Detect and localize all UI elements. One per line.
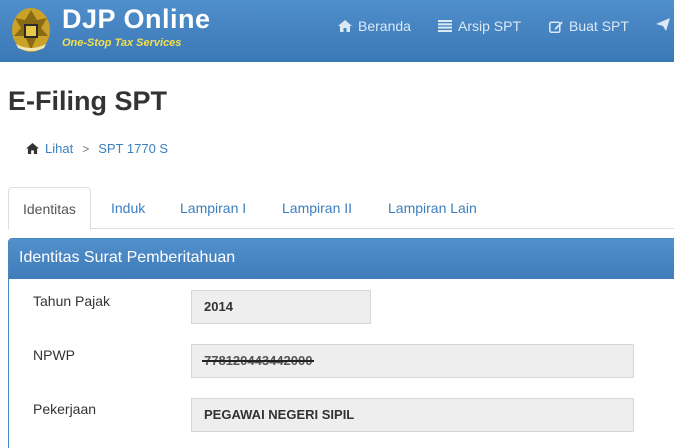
send-icon bbox=[656, 18, 670, 31]
brand-subtitle: One-Stop Tax Services bbox=[62, 37, 182, 49]
chevron-right-icon: > bbox=[82, 141, 90, 156]
spt-tabs: Identitas Induk Lampiran I Lampiran II L… bbox=[8, 187, 674, 230]
nav-beranda[interactable]: Beranda bbox=[338, 18, 411, 34]
tahun-pajak-value: 2014 bbox=[204, 299, 233, 314]
nav-buat-spt[interactable]: Buat SPT bbox=[549, 18, 629, 34]
nav-arsip-spt-label: Arsip SPT bbox=[458, 18, 522, 34]
tab-lampiran-lain[interactable]: Lampiran Lain bbox=[374, 187, 491, 229]
home-icon[interactable] bbox=[26, 143, 39, 154]
page-title: E-Filing SPT bbox=[8, 86, 167, 116]
breadcrumb-lihat[interactable]: Lihat bbox=[45, 141, 73, 156]
tab-lampiran-ii[interactable]: Lampiran II bbox=[268, 187, 366, 229]
pekerjaan-label: Pekerjaan bbox=[33, 401, 97, 417]
pekerjaan-field: PEGAWAI NEGERI SIPIL bbox=[191, 398, 634, 432]
pekerjaan-value: PEGAWAI NEGERI SIPIL bbox=[204, 407, 355, 422]
breadcrumb-spt-1770s[interactable]: SPT 1770 S bbox=[98, 141, 168, 156]
nav-buat-spt-label: Buat SPT bbox=[569, 18, 629, 34]
tab-induk[interactable]: Induk bbox=[97, 187, 159, 229]
npwp-value: 778120443442000 bbox=[204, 345, 312, 377]
tab-identitas[interactable]: Identitas bbox=[8, 187, 91, 230]
home-icon bbox=[338, 20, 352, 32]
nav-beranda-label: Beranda bbox=[358, 18, 411, 34]
nav-arsip-spt[interactable]: Arsip SPT bbox=[438, 18, 521, 34]
npwp-label: NPWP bbox=[33, 347, 75, 363]
panel-title: Identitas Surat Pemberitahuan bbox=[9, 239, 674, 279]
edit-icon bbox=[549, 21, 563, 33]
top-navbar: DJP Online One-Stop Tax Services Beranda… bbox=[0, 0, 674, 62]
nav-send[interactable] bbox=[656, 18, 674, 31]
tab-lampiran-i[interactable]: Lampiran I bbox=[166, 187, 260, 229]
tahun-pajak-label: Tahun Pajak bbox=[33, 293, 111, 309]
breadcrumb: Lihat > SPT 1770 S bbox=[26, 141, 168, 156]
main-nav: Beranda Arsip SPT Buat SPT bbox=[0, 18, 674, 38]
tahun-pajak-field: 2014 bbox=[191, 290, 371, 324]
npwp-field: 778120443442000 bbox=[191, 344, 634, 378]
list-icon bbox=[438, 20, 452, 32]
